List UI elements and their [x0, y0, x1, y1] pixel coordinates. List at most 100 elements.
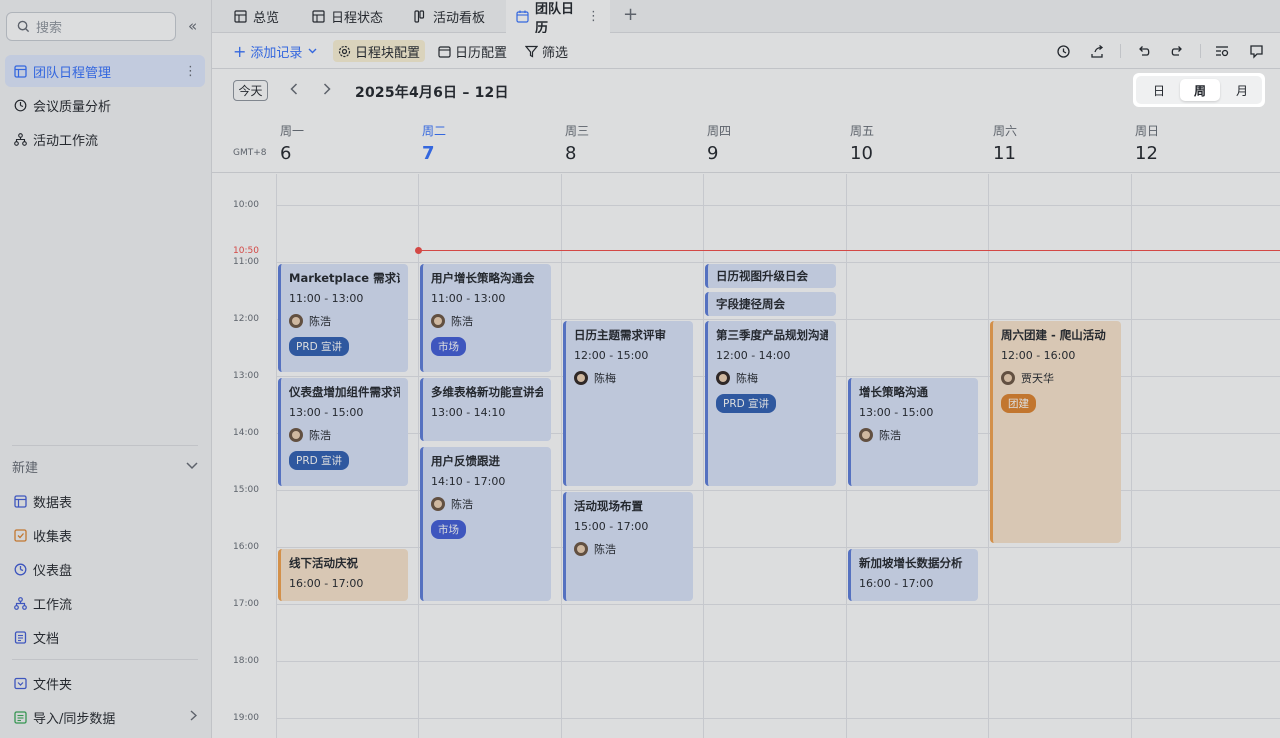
next-week-icon[interactable]: [323, 81, 331, 99]
hour-label: 10:00: [233, 200, 259, 210]
hour-label: 15:00: [233, 485, 259, 495]
avatar: [289, 314, 303, 328]
grid-line: [276, 718, 1280, 719]
collapse-sidebar-icon[interactable]: «: [188, 17, 197, 35]
sidebar-item-team-schedule[interactable]: 团队日程管理 ⋮: [5, 55, 205, 87]
event-card[interactable]: 新加坡增长数据分析 16:00 - 17:00: [848, 549, 978, 601]
new-item-table[interactable]: 数据表: [5, 485, 205, 517]
attendee-name: 陈梅: [736, 372, 758, 385]
grid-line: [846, 174, 847, 738]
dashboard-icon: [13, 562, 27, 576]
grid-line: [988, 174, 989, 738]
view-month-button[interactable]: 月: [1222, 79, 1262, 101]
tab-activity-kanban[interactable]: 活动看板: [404, 0, 495, 33]
block-config-button[interactable]: 日程块配置: [333, 40, 426, 62]
hour-label: 12:00: [233, 314, 259, 324]
hour-label: 17:00: [233, 599, 259, 609]
toolbar: + 添加记录 日程块配置 日历配置 筛选: [212, 33, 1280, 69]
divider: [12, 445, 198, 446]
tab-schedule-status[interactable]: 日程状态: [302, 0, 393, 33]
more-icon[interactable]: ⋮: [184, 64, 197, 79]
divider: [1200, 44, 1201, 58]
hour-label: 19:00: [233, 713, 259, 723]
new-item-doc[interactable]: 文档: [5, 621, 205, 653]
event-title: 日历视图升级日会: [716, 269, 808, 283]
new-item-dashboard[interactable]: 仪表盘: [5, 553, 205, 585]
search-input[interactable]: 搜索: [6, 12, 176, 41]
new-item-label: 文档: [33, 631, 60, 647]
divider: [12, 659, 198, 660]
folder-label: 文件夹: [33, 677, 73, 693]
grid-icon: [312, 10, 325, 23]
new-item-workflow[interactable]: 工作流: [5, 587, 205, 619]
doc-icon: [13, 630, 27, 644]
date-number: 8: [565, 143, 577, 164]
undo-icon[interactable]: [1134, 42, 1152, 60]
sidebar-item-activity-workflow[interactable]: 活动工作流: [5, 123, 205, 155]
event-tag: 市场: [431, 520, 466, 539]
tab-team-calendar[interactable]: 团队日历 ⋮: [506, 0, 610, 36]
event-card[interactable]: 日历视图升级日会: [705, 264, 836, 288]
event-card[interactable]: 用户反馈跟进 14:10 - 17:00 陈浩 市场: [420, 447, 551, 601]
new-item-label: 工作流: [33, 597, 73, 613]
folder-item[interactable]: 文件夹: [5, 667, 205, 699]
weekday-label: 周三: [565, 124, 590, 138]
event-card[interactable]: 第三季度产品规划沟通 12:00 - 14:00 陈梅 PRD 宣讲: [705, 321, 836, 486]
sidebar-item-meeting-analysis[interactable]: 会议质量分析: [5, 89, 205, 121]
sidebar-item-label: 团队日程管理: [33, 65, 112, 81]
tab-label: 活动看板: [433, 11, 486, 26]
date-number: 6: [280, 143, 292, 164]
event-card[interactable]: 线下活动庆祝 16:00 - 17:00: [278, 549, 408, 601]
today-button[interactable]: 今天: [233, 80, 268, 101]
event-card[interactable]: 用户增长策略沟通会 11:00 - 13:00 陈浩 市场: [420, 264, 551, 372]
more-icon[interactable]: ⋮: [587, 9, 600, 24]
redo-icon[interactable]: [1168, 42, 1186, 60]
event-card[interactable]: 日历主题需求评审 12:00 - 15:00 陈梅: [563, 321, 693, 486]
event-title: 第三季度产品规划沟通: [716, 328, 828, 342]
history-icon[interactable]: [1054, 42, 1072, 60]
sidebar-item-label: 会议质量分析: [33, 99, 112, 115]
filter-button[interactable]: 筛选: [520, 40, 573, 62]
attendee-name: 陈浩: [309, 429, 331, 442]
event-time: 13:00 - 15:00: [289, 406, 364, 419]
hour-label: 14:00: [233, 428, 259, 438]
import-sync-item[interactable]: 导入/同步数据: [5, 701, 205, 733]
view-week-button[interactable]: 周: [1180, 79, 1220, 101]
event-card[interactable]: 多维表格新功能宣讲会 13:00 - 14:10: [420, 378, 551, 441]
grid-line: [1131, 174, 1132, 738]
attendee-name: 贾天华: [1021, 372, 1054, 385]
calendar-config-button[interactable]: 日历配置: [433, 40, 512, 62]
event-title: 日历主题需求评审: [574, 328, 666, 342]
grid-line: [276, 661, 1280, 662]
chevron-right-icon: [190, 709, 198, 725]
grid-line: [276, 205, 1280, 206]
comment-icon[interactable]: [1247, 42, 1265, 60]
new-section-header[interactable]: 新建: [12, 457, 198, 476]
new-item-label: 收集表: [33, 529, 73, 545]
workflow-icon: [13, 596, 27, 610]
event-card[interactable]: 增长策略沟通 13:00 - 15:00 陈浩: [848, 378, 978, 486]
event-card[interactable]: 仪表盘增加组件需求评审 13:00 - 15:00 陈浩 PRD 宣讲: [278, 378, 408, 486]
event-card[interactable]: Marketplace 需求评审 11:00 - 13:00 陈浩 PRD 宣讲: [278, 264, 408, 372]
share-icon[interactable]: [1088, 42, 1106, 60]
tab-bar: 总览 日程状态 活动看板 团队日历 ⋮ +: [212, 0, 1280, 36]
calendar-grid[interactable]: 10:00 11:00 12:00 13:00 14:00 15:00 16:0…: [212, 174, 1280, 738]
view-day-button[interactable]: 日: [1139, 79, 1179, 101]
chevron-down-icon: [308, 48, 317, 54]
attendee-name: 陈梅: [594, 372, 616, 385]
event-card[interactable]: 活动现场布置 15:00 - 17:00 陈浩: [563, 492, 693, 601]
tab-overview[interactable]: 总览: [224, 0, 289, 33]
event-card[interactable]: 周六团建 - 爬山活动 12:00 - 16:00 贾天华 团建: [990, 321, 1121, 543]
grid-line: [703, 174, 704, 738]
search-records-icon[interactable]: [1213, 42, 1231, 60]
add-record-button[interactable]: + 添加记录: [228, 40, 326, 62]
main-area: 总览 日程状态 活动看板 团队日历 ⋮ + + 添加记录 日程块配置 日历配置: [212, 0, 1280, 738]
prev-week-icon[interactable]: [290, 81, 298, 99]
event-card[interactable]: 字段捷径周会: [705, 292, 836, 316]
add-tab-icon[interactable]: +: [623, 4, 638, 25]
avatar: [431, 497, 445, 511]
search-icon: [17, 20, 30, 33]
calendar-config-label: 日历配置: [455, 45, 508, 61]
new-item-form[interactable]: 收集表: [5, 519, 205, 551]
event-tag: 市场: [431, 337, 466, 356]
